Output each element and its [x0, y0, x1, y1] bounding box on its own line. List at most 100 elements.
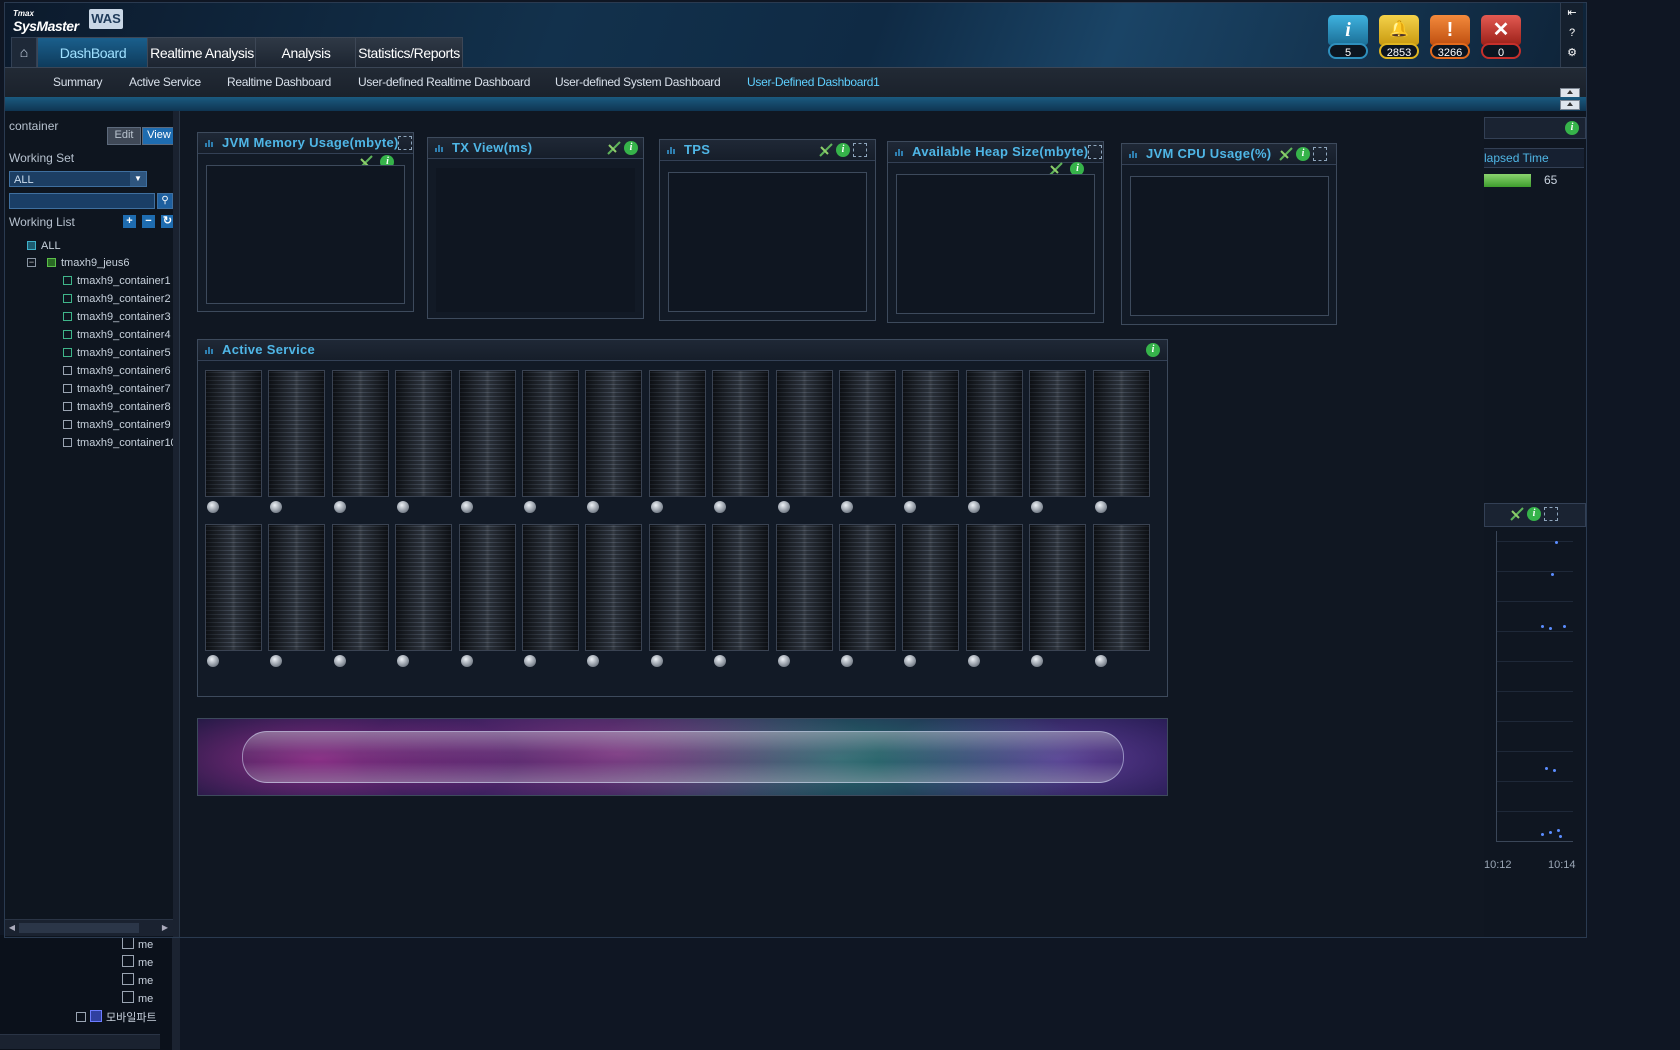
search-button[interactable]: ⚲ — [157, 193, 173, 209]
warning-icon: ! — [1430, 15, 1470, 45]
bg-tree-item[interactable]: me — [122, 973, 153, 987]
subnav-user-defined-system-dashboard[interactable]: User-defined System Dashboard — [555, 68, 721, 98]
tree-item-container[interactable]: tmaxh9_container8 — [63, 399, 171, 415]
chart-settings-icon[interactable] — [1279, 147, 1293, 161]
chart-settings-icon[interactable] — [1510, 507, 1524, 521]
tree-item-container[interactable]: tmaxh9_container2 — [63, 291, 171, 307]
search-input[interactable] — [9, 193, 155, 209]
tab-dashboard[interactable]: DashBoard — [37, 37, 149, 68]
left-panel-splitter[interactable] — [173, 111, 180, 937]
background-splitter[interactable] — [172, 935, 180, 1050]
widget-title-bar[interactable]: TPS i — [660, 140, 875, 161]
tab-analysis[interactable]: Analysis — [255, 37, 357, 68]
bg-tree-item[interactable]: me — [122, 955, 153, 969]
widget-available-heap: Available Heap Size(mbyte) i — [887, 141, 1104, 323]
status-indicator — [524, 501, 536, 513]
tree-item-container[interactable]: tmaxh9_container5 — [63, 345, 171, 361]
scroll-left-icon[interactable]: ◀ — [7, 922, 17, 934]
bg-tree-item[interactable]: me — [122, 937, 153, 951]
info-icon[interactable]: i — [1527, 507, 1541, 521]
maximize-icon[interactable] — [1313, 147, 1327, 161]
critical-alert-button[interactable]: ✕ 0 — [1481, 15, 1521, 59]
active-service-gauge — [712, 370, 770, 497]
bell-alert-button[interactable]: 🔔 2853 — [1379, 15, 1419, 59]
tree-item-container[interactable]: tmaxh9_container1 — [63, 273, 171, 289]
scatter-point — [1557, 829, 1560, 832]
active-service-gauge — [712, 524, 770, 651]
maximize-icon[interactable] — [1088, 145, 1102, 159]
active-service-tube-panel — [197, 718, 1168, 796]
status-indicator — [587, 655, 600, 667]
collapse-header-button[interactable] — [1560, 100, 1580, 110]
collapse-icon[interactable]: − — [27, 258, 36, 267]
active-service-gauge — [522, 370, 579, 497]
logo: Tmax SysMaster — [13, 9, 79, 34]
subnav-user-defined-dashboard1[interactable]: User-Defined Dashboard1 — [747, 68, 880, 98]
tree-item-container[interactable]: tmaxh9_container6 — [63, 363, 171, 379]
info-icon[interactable]: i — [836, 143, 850, 157]
tree-item-container[interactable]: tmaxh9_container3 — [63, 309, 171, 325]
info-icon[interactable]: i — [1296, 147, 1310, 161]
maximize-icon[interactable] — [853, 143, 867, 157]
tps-chart-area — [668, 172, 867, 312]
container-icon — [63, 294, 72, 303]
view-button[interactable]: View — [142, 127, 176, 145]
tree-item-container[interactable]: tmaxh9_container7 — [63, 381, 171, 397]
server-group-icon — [47, 258, 56, 267]
info-alert-button[interactable]: i 5 — [1328, 15, 1368, 59]
status-indicator — [967, 655, 980, 667]
tree-item-group[interactable]: tmaxh9_jeus6 — [47, 255, 130, 271]
info-icon[interactable]: i — [624, 141, 638, 155]
home-button[interactable]: ⌂ — [11, 37, 37, 69]
chart-settings-icon[interactable] — [819, 143, 833, 157]
network-icon — [27, 241, 36, 250]
widget-title-bar[interactable]: TX View(ms) i — [428, 138, 643, 159]
widget-title-bar[interactable]: JVM CPU Usage(%) i — [1122, 144, 1336, 165]
scroll-right-icon[interactable]: ▶ — [160, 922, 170, 934]
home-icon: ⌂ — [19, 44, 29, 60]
status-indicator — [650, 655, 663, 667]
active-service-gauge — [839, 524, 896, 651]
maximize-icon[interactable] — [398, 136, 412, 150]
widget-title-bar[interactable]: Available Heap Size(mbyte) — [888, 142, 1103, 163]
subnav-summary[interactable]: Summary — [53, 68, 103, 98]
edit-button[interactable]: Edit — [107, 127, 141, 145]
bg-tree-item[interactable]: me — [122, 991, 153, 1005]
subnav-realtime-dashboard[interactable]: Realtime Dashboard — [227, 68, 331, 98]
help-icon[interactable]: ? — [1561, 23, 1583, 43]
tab-statistics-reports[interactable]: Statistics/Reports — [355, 37, 463, 68]
tree-item-all[interactable]: ALL — [27, 238, 61, 254]
tree-item-container[interactable]: tmaxh9_container10 — [63, 435, 177, 451]
widget-title-bar[interactable]: JVM Memory Usage(mbyte) — [198, 133, 413, 154]
right-panel-title[interactable]: i — [1484, 117, 1586, 139]
subnav-active-service[interactable]: Active Service — [129, 68, 201, 98]
subnav-user-defined-realtime-dashboard[interactable]: User-defined Realtime Dashboard — [358, 68, 530, 98]
widget-title-bar[interactable]: Active Service i — [198, 340, 1167, 361]
chart-settings-icon[interactable] — [607, 141, 621, 155]
add-button[interactable]: + — [123, 215, 136, 228]
logout-icon[interactable]: ⇤ — [1561, 3, 1583, 23]
collapse-icon[interactable] — [76, 1012, 86, 1022]
tree-item-container[interactable]: tmaxh9_container4 — [63, 327, 171, 343]
warning-alert-button[interactable]: ! 3266 — [1430, 15, 1470, 59]
working-set-select[interactable]: ALL ▼ — [9, 171, 147, 187]
background-hscrollbar[interactable] — [0, 1034, 160, 1049]
folder-icon — [90, 1010, 102, 1022]
remove-button[interactable]: − — [142, 215, 155, 228]
tab-realtime-analysis[interactable]: Realtime Analysis — [147, 37, 257, 68]
active-service-gauge — [268, 524, 326, 651]
bg-tree-folder[interactable]: 모바일파트 — [76, 1009, 157, 1025]
tree-item-container[interactable]: tmaxh9_container9 — [63, 417, 171, 433]
header-side-tools: ⇤ ? ⚙ — [1560, 3, 1583, 67]
right-panel-chart-title[interactable]: i — [1484, 503, 1586, 527]
scroll-thumb[interactable] — [19, 923, 139, 933]
info-icon[interactable]: i — [1146, 343, 1160, 357]
working-list-label: Working List — [9, 215, 75, 229]
gear-icon[interactable]: ⚙ — [1561, 43, 1583, 63]
search-icon: ⚲ — [161, 195, 169, 206]
left-hscrollbar[interactable]: ◀ ▶ — [5, 919, 173, 936]
info-icon[interactable]: i — [1565, 121, 1579, 135]
maximize-icon[interactable] — [1544, 507, 1558, 521]
status-indicator — [841, 655, 853, 667]
scatter-point — [1563, 625, 1566, 628]
